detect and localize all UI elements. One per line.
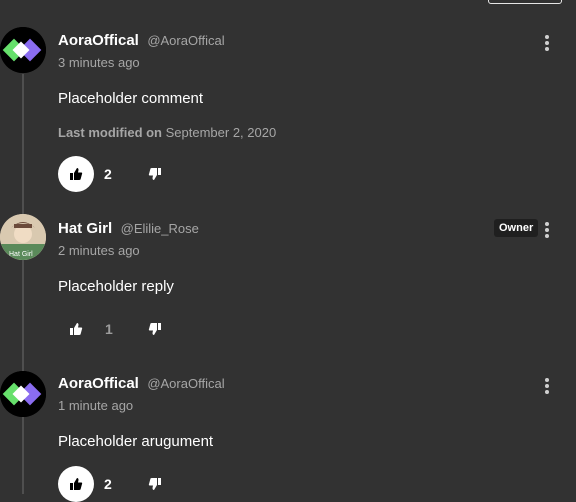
- kebab-menu-icon[interactable]: [540, 220, 554, 240]
- thumbs-down-icon: [148, 323, 161, 335]
- comment-body: Placeholder reply: [58, 278, 174, 295]
- thumbs-down-icon: [148, 478, 161, 490]
- author-name[interactable]: Hat Girl: [58, 220, 112, 237]
- like-button[interactable]: [58, 466, 94, 502]
- aora-logo: [0, 371, 46, 417]
- like-button[interactable]: [58, 156, 94, 192]
- author-name[interactable]: AoraOffical: [58, 32, 139, 49]
- last-modified: Last modified on September 2, 2020: [58, 125, 276, 140]
- last-modified-label: Last modified on: [58, 125, 162, 140]
- dislike-button[interactable]: [145, 164, 165, 184]
- like-count: 2: [104, 166, 112, 182]
- author-handle[interactable]: @Elilie_Rose: [121, 221, 199, 236]
- kebab-menu-icon[interactable]: [540, 33, 554, 53]
- top-outline-button[interactable]: [488, 0, 562, 4]
- kebab-menu-icon[interactable]: [540, 376, 554, 396]
- last-modified-date: September 2, 2020: [165, 125, 277, 140]
- name-row: Hat Girl @Elilie_Rose: [58, 220, 199, 238]
- author-name[interactable]: AoraOffical: [58, 375, 139, 392]
- avatar[interactable]: Hat Girl: [0, 214, 46, 260]
- comment-body: Placeholder comment: [58, 90, 204, 107]
- name-row: AoraOffical @AoraOffical: [58, 375, 225, 393]
- dislike-button[interactable]: [145, 474, 165, 494]
- thumbs-down-icon: [148, 168, 161, 180]
- aora-logo: [0, 27, 46, 73]
- author-handle[interactable]: @AoraOffical: [147, 376, 224, 391]
- author-handle[interactable]: @AoraOffical: [147, 33, 224, 48]
- comment-body: Placeholder arugument: [58, 433, 214, 450]
- name-row: AoraOffical @AoraOffical: [58, 32, 225, 50]
- dislike-button[interactable]: [145, 319, 165, 339]
- like-button[interactable]: [66, 319, 86, 339]
- timestamp: 1 minute ago: [58, 398, 134, 413]
- timestamp: 3 minutes ago: [58, 55, 140, 70]
- avatar[interactable]: [0, 27, 46, 73]
- owner-badge: Owner: [494, 219, 539, 237]
- thumbs-up-icon: [70, 168, 83, 180]
- thumbs-up-icon: [70, 323, 83, 335]
- avatar[interactable]: [0, 371, 46, 417]
- avatar-text: Hat Girl: [9, 251, 33, 258]
- thread-line: [22, 74, 24, 494]
- like-count: 1: [105, 321, 113, 337]
- thumbs-up-icon: [70, 478, 83, 490]
- timestamp: 2 minutes ago: [58, 243, 140, 258]
- like-count: 2: [104, 476, 112, 492]
